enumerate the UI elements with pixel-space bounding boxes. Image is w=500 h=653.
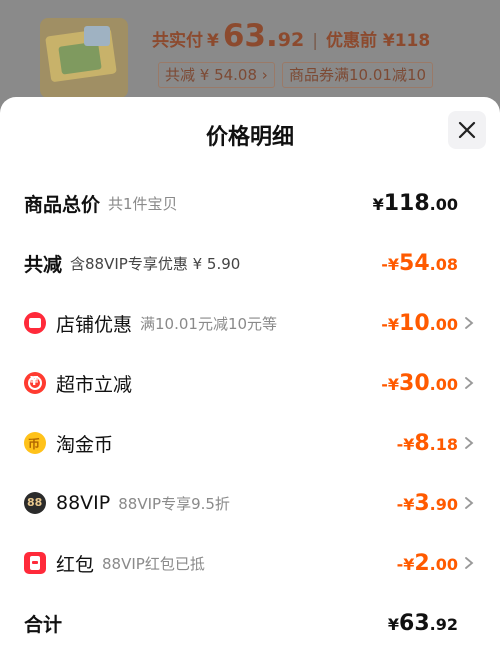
amount-int: 63 bbox=[399, 611, 430, 636]
amount-int: 54 bbox=[399, 251, 430, 276]
price-detail-sheet: 价格明细 商品总价 共1件宝贝 ¥ 118 .00 共减 含88VIP专享优惠 … bbox=[0, 97, 500, 653]
row-label: 商品总价 bbox=[24, 193, 101, 216]
amount-int: 118 bbox=[383, 191, 430, 216]
amount-int: 30 bbox=[399, 371, 430, 396]
chevron-right-icon bbox=[465, 437, 474, 449]
row-sublabel: 满10.01元减10元等 bbox=[140, 314, 278, 333]
chevron-right-icon bbox=[465, 497, 474, 509]
chevron-right-icon bbox=[465, 317, 474, 329]
product-thumbnail bbox=[40, 18, 128, 98]
row-88vip[interactable]: 88VIP 88VIP专享9.5折 -¥ 3 .90 bbox=[0, 483, 500, 523]
row-grand-total: 合计 ¥ 63 .92 bbox=[0, 603, 500, 643]
total-discount-pill[interactable]: 共减 ¥ 54.08 › bbox=[158, 62, 275, 88]
paid-currency: ¥ bbox=[207, 31, 219, 51]
row-label: 合计 bbox=[24, 613, 63, 636]
row-subtotal: 商品总价 共1件宝贝 ¥ 118 .00 bbox=[0, 183, 500, 223]
amount-symbol: -¥ bbox=[381, 375, 400, 394]
chevron-right-icon bbox=[465, 377, 474, 389]
market-discount-icon bbox=[24, 372, 46, 394]
row-red-packet[interactable]: 红包 88VIP红包已抵 -¥ 2 .00 bbox=[0, 543, 500, 583]
row-label: 超市立减 bbox=[56, 373, 133, 396]
row-total-discount: 共减 含88VIP专享优惠 ¥ 5.90 -¥ 54 .08 bbox=[0, 243, 500, 283]
amount-symbol: ¥ bbox=[372, 195, 384, 214]
row-shop-discount[interactable]: 店铺优惠 满10.01元减10元等 -¥ 10 .00 bbox=[0, 303, 500, 343]
paid-summary: 共实付 ¥ 63. 92 | 优惠前 ¥118 bbox=[152, 18, 430, 62]
close-button[interactable] bbox=[448, 111, 486, 149]
amount-int: 10 bbox=[399, 311, 430, 336]
amount-symbol: -¥ bbox=[396, 555, 415, 574]
row-label: 淘金币 bbox=[56, 433, 114, 456]
paid-label: 共实付 bbox=[152, 31, 203, 51]
amount-dec: .00 bbox=[429, 315, 458, 334]
chevron-right-icon bbox=[465, 557, 474, 569]
row-label: 红包 bbox=[56, 553, 95, 576]
amount-dec: .18 bbox=[429, 435, 458, 454]
row-label: 88VIP bbox=[56, 492, 111, 514]
row-sublabel: 88VIP专享9.5折 bbox=[118, 494, 230, 513]
row-sublabel: 含88VIP专享优惠 ¥ 5.90 bbox=[70, 254, 241, 273]
order-summary-backdrop: 共实付 ¥ 63. 92 | 优惠前 ¥118 共减 ¥ 54.08 › 商品券… bbox=[0, 0, 500, 110]
shop-icon bbox=[24, 312, 46, 334]
coupon-pill: 商品券满10.01减10 bbox=[282, 62, 434, 88]
amount-symbol: ¥ bbox=[387, 615, 400, 634]
amount-symbol: -¥ bbox=[381, 255, 400, 274]
original-price: 优惠前 ¥118 bbox=[325, 31, 431, 51]
amount-int: 2 bbox=[414, 551, 430, 576]
amount-int: 8 bbox=[414, 431, 430, 456]
row-sublabel: 88VIP红包已抵 bbox=[102, 554, 205, 573]
row-gold-coin[interactable]: 淘金币 -¥ 8 .18 bbox=[0, 423, 500, 463]
amount-symbol: -¥ bbox=[396, 435, 415, 454]
amount-dec: .00 bbox=[429, 375, 458, 394]
summary-separator: | bbox=[312, 31, 318, 51]
amount-dec: .90 bbox=[429, 495, 458, 514]
amount-dec: .00 bbox=[429, 195, 458, 214]
amount-symbol: -¥ bbox=[396, 495, 415, 514]
close-icon bbox=[458, 121, 476, 139]
amount-dec: .08 bbox=[429, 255, 458, 274]
row-market-discount[interactable]: 超市立减 -¥ 30 .00 bbox=[0, 363, 500, 403]
row-sublabel: 共1件宝贝 bbox=[108, 194, 178, 213]
row-label: 共减 bbox=[24, 253, 63, 276]
amount-symbol: -¥ bbox=[381, 315, 400, 334]
amount-dec: .92 bbox=[429, 615, 458, 634]
gold-coin-icon bbox=[24, 432, 46, 454]
sheet-title: 价格明细 bbox=[205, 125, 294, 150]
red-packet-icon bbox=[24, 552, 46, 574]
amount-dec: .00 bbox=[429, 555, 458, 574]
paid-amount-int: 63. bbox=[222, 18, 278, 54]
row-label: 店铺优惠 bbox=[56, 313, 133, 336]
vip-88-icon bbox=[24, 492, 46, 514]
amount-int: 3 bbox=[414, 491, 430, 516]
paid-amount-dec: 92 bbox=[277, 29, 305, 51]
